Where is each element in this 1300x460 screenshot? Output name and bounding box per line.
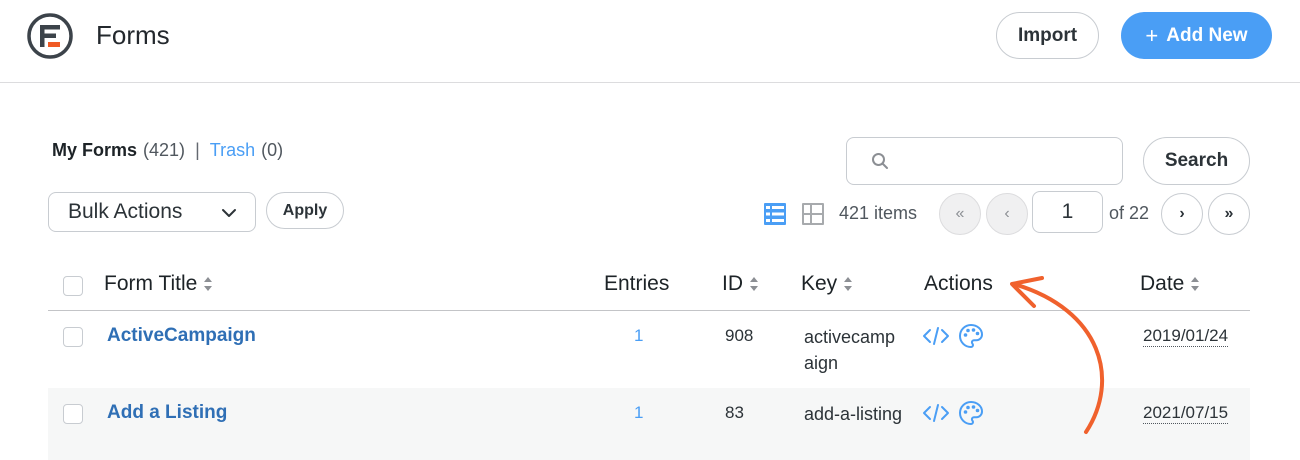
search-box[interactable] xyxy=(846,137,1123,185)
sort-icon xyxy=(204,277,213,291)
add-new-label: Add New xyxy=(1166,24,1248,46)
column-actions: Actions xyxy=(924,272,993,296)
table-row: ActiveCampaign 1 908 activecampaign 2019… xyxy=(48,311,1250,388)
column-form-title-label: Form Title xyxy=(104,272,198,295)
column-entries: Entries xyxy=(604,272,669,296)
search-icon xyxy=(872,153,888,169)
column-id[interactable]: ID xyxy=(722,272,759,296)
my-forms-count: (421) xyxy=(143,140,186,160)
import-button[interactable]: Import xyxy=(996,12,1099,59)
column-key[interactable]: Key xyxy=(801,272,853,296)
my-forms-link[interactable]: My Forms xyxy=(52,140,137,161)
trash-link[interactable]: Trash xyxy=(210,140,255,161)
code-embed-icon[interactable] xyxy=(922,324,950,348)
add-new-button[interactable]: + Add New xyxy=(1121,12,1272,59)
bulk-actions-value: Bulk Actions xyxy=(68,200,183,223)
views-filter: My Forms (421) | Trash (0) xyxy=(52,140,283,161)
prev-page-button[interactable]: ‹ xyxy=(986,193,1028,235)
entries-count-link[interactable]: 1 xyxy=(634,326,643,346)
plus-icon: + xyxy=(1145,22,1159,48)
last-page-button[interactable]: » xyxy=(1208,193,1250,235)
first-page-button[interactable]: « xyxy=(939,193,981,235)
table-header: Form Title Entries ID Key Actions Date xyxy=(48,262,1250,311)
sort-icon xyxy=(844,277,853,291)
column-key-label: Key xyxy=(801,272,838,295)
list-view-icon[interactable] xyxy=(763,202,787,226)
entries-count-link[interactable]: 1 xyxy=(634,403,643,423)
bulk-actions-select[interactable]: Bulk Actions xyxy=(48,192,256,232)
form-date: 2021/07/15 xyxy=(1143,403,1229,424)
sort-icon xyxy=(750,277,758,291)
formidable-logo-icon xyxy=(27,13,73,59)
form-id: 908 xyxy=(725,326,754,345)
form-key: add-a-listing xyxy=(804,404,903,424)
palette-icon[interactable] xyxy=(958,323,984,349)
form-id: 83 xyxy=(725,403,744,422)
total-pages-label: of 22 xyxy=(1109,203,1150,223)
apply-button[interactable]: Apply xyxy=(266,192,344,229)
chevron-down-icon xyxy=(222,209,236,217)
current-page-input[interactable] xyxy=(1032,191,1103,233)
form-key: activecampaign xyxy=(804,327,896,373)
search-button[interactable]: Search xyxy=(1143,137,1250,185)
column-id-label: ID xyxy=(722,272,743,295)
form-date: 2019/01/24 xyxy=(1143,326,1229,347)
table-row: Add a Listing 1 83 add-a-listing 2021/07… xyxy=(48,388,1250,460)
form-title-link[interactable]: Add a Listing xyxy=(107,402,227,424)
column-actions-label: Actions xyxy=(924,272,993,295)
column-date-label: Date xyxy=(1140,272,1185,295)
search-input[interactable] xyxy=(897,146,1112,176)
page-header: Forms Import + Add New xyxy=(0,0,1300,83)
palette-icon[interactable] xyxy=(958,400,984,426)
next-page-button[interactable]: › xyxy=(1161,193,1203,235)
trash-count: (0) xyxy=(261,140,284,160)
column-form-title[interactable]: Form Title xyxy=(104,272,213,296)
views-separator: | xyxy=(195,140,200,160)
row-checkbox[interactable] xyxy=(63,404,83,424)
code-embed-icon[interactable] xyxy=(922,401,950,425)
column-date[interactable]: Date xyxy=(1140,272,1200,296)
excerpt-view-icon[interactable] xyxy=(801,202,825,226)
items-count: 421 items xyxy=(839,203,918,223)
select-all-checkbox[interactable] xyxy=(63,276,83,296)
column-entries-label: Entries xyxy=(604,272,670,295)
page-title: Forms xyxy=(96,20,170,50)
row-checkbox[interactable] xyxy=(63,327,83,347)
form-title-link[interactable]: ActiveCampaign xyxy=(107,325,256,347)
sort-icon xyxy=(1191,277,1200,291)
